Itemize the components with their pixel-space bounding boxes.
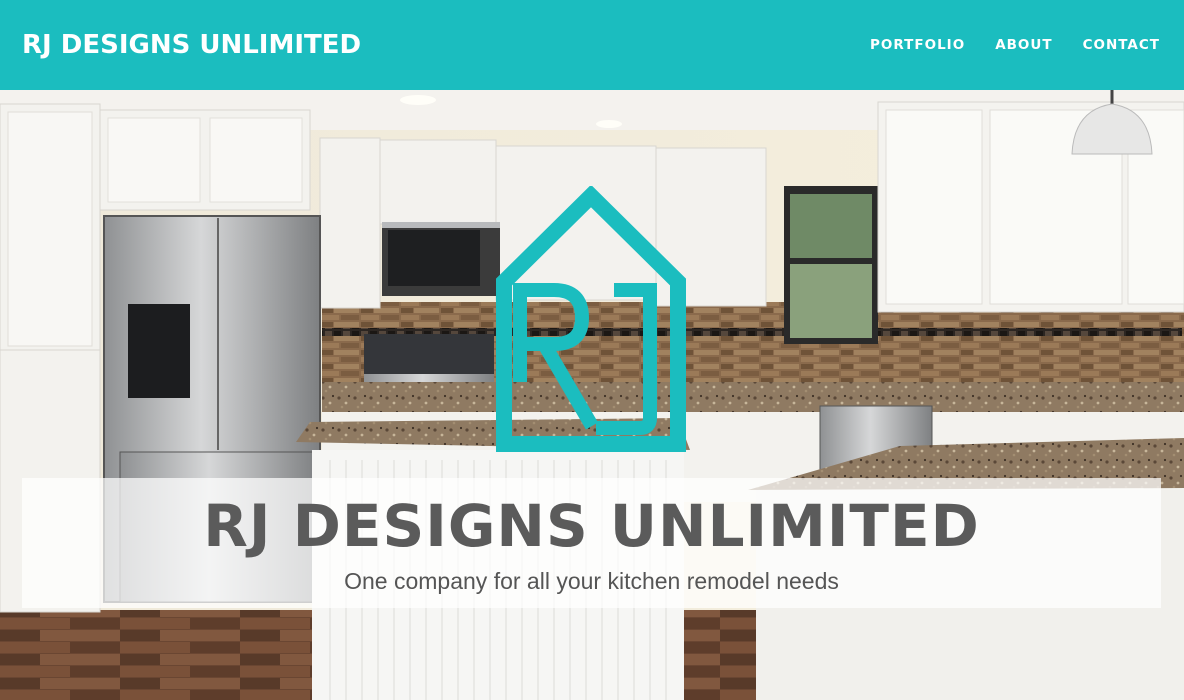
nav-link-about[interactable]: ABOUT (995, 37, 1052, 53)
hero-section: RJ DESIGNS UNLIMITED One company for all… (0, 90, 1184, 700)
brand-logo-link[interactable]: RJ DESIGNS UNLIMITED (22, 30, 361, 60)
hero-subtitle: One company for all your kitchen remodel… (344, 568, 839, 594)
nav-link-contact[interactable]: CONTACT (1083, 37, 1160, 53)
nav-link-portfolio[interactable]: PORTFOLIO (870, 37, 965, 53)
main-nav: PORTFOLIO ABOUT CONTACT (870, 37, 1160, 53)
hero-caption-box: RJ DESIGNS UNLIMITED One company for all… (22, 478, 1161, 608)
rj-house-logo-icon (496, 186, 686, 452)
hero-title: RJ DESIGNS UNLIMITED (203, 492, 980, 560)
site-header: RJ DESIGNS UNLIMITED PORTFOLIO ABOUT CON… (0, 0, 1184, 90)
